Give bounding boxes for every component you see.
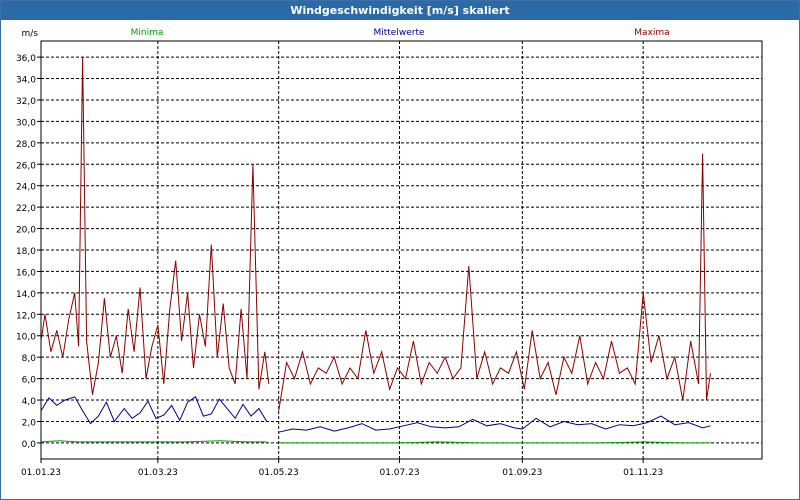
chart-title: Windgeschwindigkeit [m/s] skaliert bbox=[1, 1, 799, 20]
y-tick-label: 30,0 bbox=[16, 118, 36, 128]
x-tick-label: 01.05.23 bbox=[259, 468, 299, 478]
y-tick-label: 36,0 bbox=[16, 54, 36, 64]
series-line-mittelwerte bbox=[278, 415, 711, 433]
y-tick-label: 12,0 bbox=[16, 311, 36, 321]
y-tick-label: 2,0 bbox=[22, 418, 37, 428]
y-axis-label: m/s bbox=[22, 29, 39, 39]
y-tick-label: 26,0 bbox=[16, 161, 36, 171]
series-line-maxima bbox=[40, 57, 270, 395]
series-line-maxima bbox=[278, 153, 711, 411]
y-tick-label: 34,0 bbox=[16, 76, 36, 86]
chart-area: 0,0 2,0 4,0 6,0 8,0 10,0 12,0 14,0 16,0 18,0 20,0 2… bbox=[16, 28, 763, 478]
y-tick-label: 0,0 bbox=[22, 440, 37, 450]
x-tick-label: 01.09.23 bbox=[502, 468, 542, 478]
x-tick-label: 01.03.23 bbox=[138, 468, 178, 478]
y-tick-label: 10,0 bbox=[16, 333, 36, 343]
legend: Minima Mittelwerte Maxima bbox=[131, 28, 670, 38]
y-tick-label: 28,0 bbox=[16, 140, 36, 150]
series-line-minima bbox=[278, 441, 711, 444]
y-tick-label: 24,0 bbox=[16, 183, 36, 193]
y-tick-label: 8,0 bbox=[22, 354, 37, 364]
series-line-mittelwerte bbox=[40, 396, 268, 425]
y-tick-label: 18,0 bbox=[16, 247, 36, 257]
legend-entry-minima: Minima bbox=[131, 28, 164, 38]
y-tick-label: 6,0 bbox=[22, 376, 37, 386]
y-tick-label: 4,0 bbox=[22, 397, 37, 407]
x-tick-label: 01.11.23 bbox=[623, 468, 663, 478]
series-line-minima bbox=[40, 440, 267, 443]
legend-entry-maxima: Maxima bbox=[634, 28, 669, 38]
x-tick-label: 01.01.23 bbox=[21, 468, 61, 478]
y-tick-label: 14,0 bbox=[16, 290, 36, 300]
axes: 0,0 2,0 4,0 6,0 8,0 10,0 12,0 14,0 16,0 18,0 20,0 2… bbox=[16, 29, 763, 478]
legend-entry-mittelwerte: Mittelwerte bbox=[373, 28, 424, 38]
x-tick-label: 01.07.23 bbox=[379, 468, 419, 478]
y-tick-label: 16,0 bbox=[16, 268, 36, 278]
y-tick-label: 20,0 bbox=[16, 226, 36, 236]
chart-window: Windgeschwindigkeit [m/s] skaliert 0,0 2,… bbox=[0, 0, 800, 500]
grid bbox=[40, 41, 762, 459]
y-tick-label: 32,0 bbox=[16, 97, 36, 107]
y-tick-label: 22,0 bbox=[16, 204, 36, 214]
